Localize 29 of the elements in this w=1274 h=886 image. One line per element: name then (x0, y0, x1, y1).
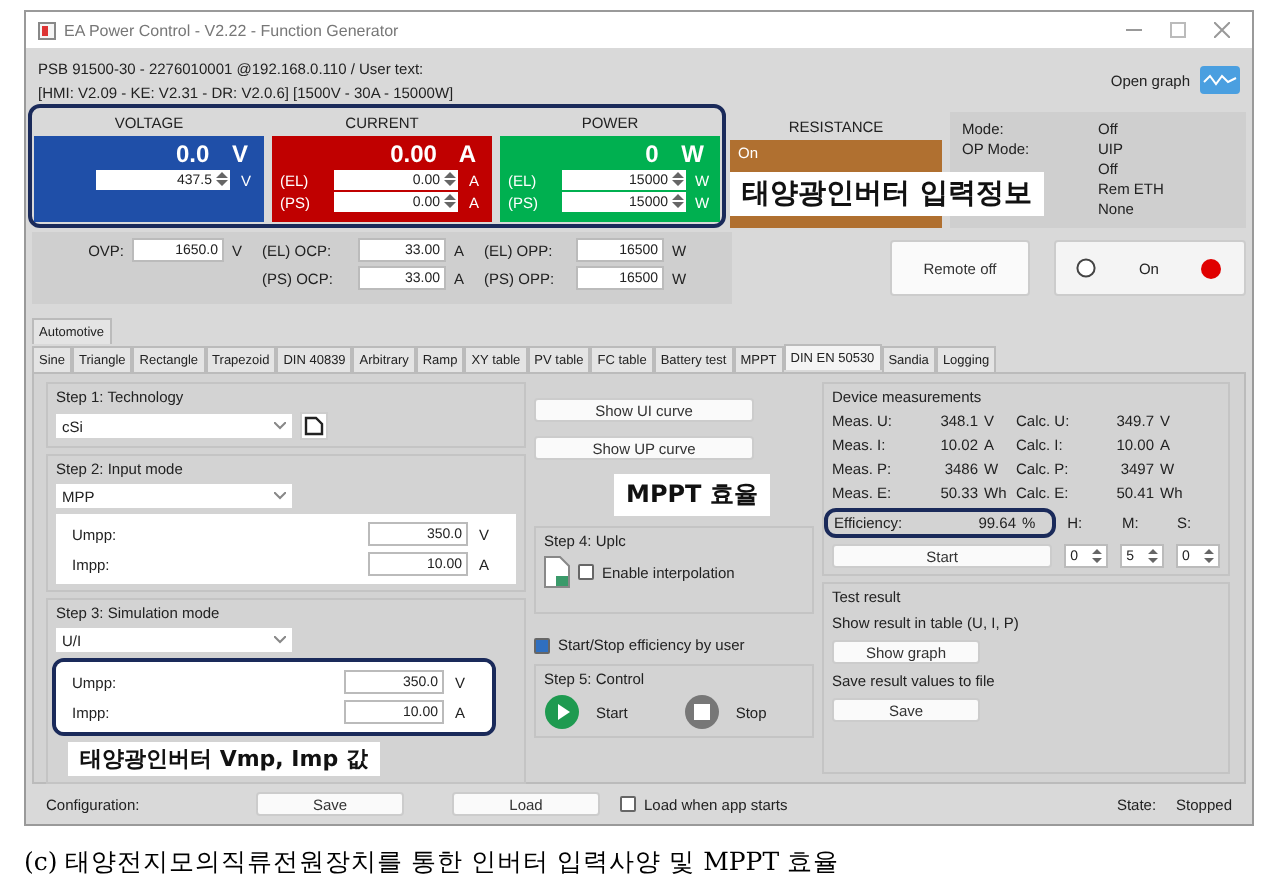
window-title: EA Power Control - V2.22 - Function Generator (64, 21, 401, 39)
file-icon[interactable] (544, 556, 570, 588)
play-icon[interactable] (544, 694, 580, 730)
spinner-icon[interactable] (1148, 548, 1159, 564)
document-icon[interactable] (300, 412, 328, 440)
graph-icon[interactable] (1200, 66, 1240, 94)
annotation-label: 태양광인버터 입력정보 (730, 172, 1044, 216)
figure-caption: (c) 태양전지모의직류전원장치를 통한 인버터 입력사양 및 MPPT 효율 (24, 846, 842, 880)
spinner-icon[interactable] (672, 170, 684, 188)
spinner-icon[interactable] (672, 192, 684, 210)
spinner-icon[interactable] (444, 192, 456, 210)
annotation-label: MPPT 효율 (614, 474, 770, 516)
annotation-label: 태양광인버터 Vmp, Imp 값 (68, 742, 380, 776)
spinner-icon[interactable] (1204, 548, 1214, 564)
chevron-down-icon[interactable] (274, 422, 286, 430)
spinner-icon[interactable] (1092, 548, 1103, 564)
checkbox[interactable] (578, 564, 594, 580)
meter-reading: 0 W (643, 140, 706, 168)
spinner-icon[interactable] (216, 170, 228, 188)
spinner-icon[interactable] (444, 170, 456, 188)
meter-reading: 0.00 A (388, 140, 478, 168)
chevron-down-icon[interactable] (274, 492, 286, 500)
radio-button[interactable] (1076, 258, 1097, 278)
checkbox[interactable] (620, 796, 636, 812)
checkbox[interactable] (534, 637, 550, 653)
meter-reading: 0.0 V (173, 140, 250, 168)
app-icon (38, 21, 56, 39)
stop-icon[interactable] (683, 694, 720, 730)
chevron-down-icon[interactable] (274, 636, 286, 644)
